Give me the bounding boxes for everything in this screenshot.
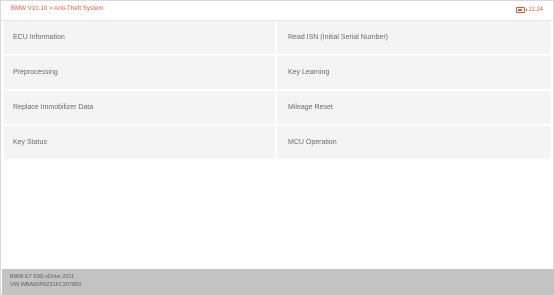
- menu-item-key-status[interactable]: Key Status: [4, 126, 277, 161]
- app-window: BMW V10.10 > Anti-Theft System 11:24 ECU…: [0, 0, 554, 295]
- function-menu-grid: ECU Information Read ISN (Initial Serial…: [4, 21, 550, 161]
- menu-item-replace-immobilizer-data[interactable]: Replace Immobilizer Data: [4, 91, 277, 126]
- breadcrumb-title: BMW V10.10 > Anti-Theft System: [11, 6, 104, 12]
- menu-item-label: MCU Operation: [288, 139, 337, 146]
- menu-item-label: Key Status: [13, 139, 47, 146]
- menu-item-mileage-reset[interactable]: Mileage Reset: [277, 91, 550, 126]
- vehicle-model: BMW E7 530i sDrive 2011: [10, 274, 75, 280]
- battery-icon: [516, 7, 528, 13]
- vehicle-info-bar: BMW E7 530i sDrive 2011 VIN WBA00P0Z31FC…: [2, 269, 554, 295]
- menu-item-ecu-information[interactable]: ECU Information: [4, 21, 277, 56]
- menu-item-label: Preprocessing: [13, 69, 58, 76]
- menu-item-mcu-operation[interactable]: MCU Operation: [277, 126, 550, 161]
- menu-item-key-learning[interactable]: Key Learning: [277, 56, 550, 91]
- menu-item-label: ECU Information: [13, 34, 65, 41]
- menu-item-label: Mileage Reset: [288, 104, 333, 111]
- clock-time: 11:24: [528, 7, 543, 13]
- menu-item-label: Key Learning: [288, 69, 330, 76]
- menu-item-read-isn[interactable]: Read ISN (Initial Serial Number): [277, 21, 550, 56]
- title-bar: BMW V10.10 > Anti-Theft System 11:24: [1, 1, 553, 21]
- menu-item-label: Read ISN (Initial Serial Number): [288, 34, 388, 41]
- status-area: 11:24: [516, 5, 543, 15]
- menu-item-preprocessing[interactable]: Preprocessing: [4, 56, 277, 91]
- menu-item-label: Replace Immobilizer Data: [13, 104, 94, 111]
- vehicle-vin: VIN WBA00P0Z31FC207850: [10, 282, 82, 288]
